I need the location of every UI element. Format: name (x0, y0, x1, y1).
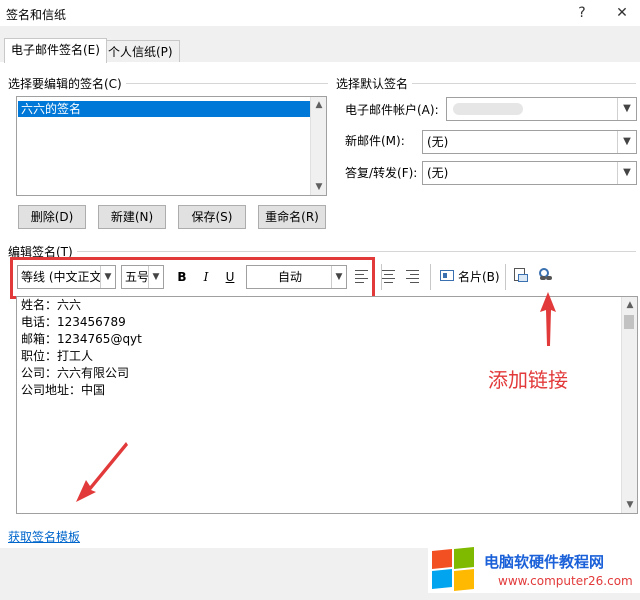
tab-personal-stationery[interactable]: 个人信纸(P) (101, 40, 180, 62)
annotation-arrow-down-left (76, 442, 128, 502)
blurred-account-placeholder (453, 103, 523, 115)
get-template-link[interactable]: 获取签名模板 (8, 528, 80, 545)
new-message-value: (无) (427, 135, 449, 149)
account-select[interactable]: ▼ (446, 97, 637, 121)
scroll-up-icon[interactable]: ▲ (311, 97, 327, 113)
reply-forward-label: 答复/转发(F): (345, 166, 418, 180)
signature-line: 电话：123456789 (21, 315, 126, 329)
watermark-url: www.computer26.com (498, 574, 633, 588)
hyperlink-icon[interactable] (538, 268, 554, 284)
signature-line: 姓名：六六 (21, 298, 82, 312)
signature-line: 公司地址：中国 (21, 383, 106, 397)
select-signature-label: 选择要编辑的签名(C) (8, 75, 126, 92)
signature-line: 公司：六六有限公司 (21, 366, 130, 380)
new-message-label: 新邮件(M): (345, 134, 405, 148)
signature-line: 职位：打工人 (21, 349, 94, 363)
editor-scrollbar[interactable]: ▲ ▼ (621, 297, 637, 513)
chevron-down-icon[interactable]: ▼ (617, 131, 636, 153)
reply-forward-value: (无) (427, 166, 449, 180)
account-label: 电子邮件帐户(A): (345, 103, 439, 117)
default-signature-label: 选择默认签名 (336, 75, 413, 92)
scroll-down-icon[interactable]: ▼ (622, 497, 638, 513)
window-title: 签名和信纸 (6, 8, 67, 22)
list-scrollbar[interactable]: ▲ ▼ (310, 97, 326, 195)
toolbar-separator (505, 264, 506, 290)
align-right-icon[interactable] (406, 270, 419, 283)
delete-button[interactable]: 删除(D) (18, 205, 86, 229)
windows-logo-icon (432, 546, 476, 592)
watermark-title: 电脑软硬件教程网 (484, 553, 605, 571)
rename-button[interactable]: 重命名(R) (258, 205, 326, 229)
business-card-button[interactable]: 名片(B) (458, 268, 500, 285)
scroll-up-icon[interactable]: ▲ (622, 297, 638, 313)
new-button[interactable]: 新建(N) (98, 205, 166, 229)
section-divider (10, 251, 636, 252)
chevron-down-icon[interactable]: ▼ (617, 98, 636, 120)
add-link-annotation: 添加链接 (488, 368, 568, 392)
align-center-icon[interactable] (382, 270, 395, 283)
align-left-icon[interactable] (355, 270, 368, 283)
list-item[interactable]: 六六的签名 (18, 101, 310, 117)
scroll-thumb[interactable] (624, 315, 634, 329)
scroll-down-icon[interactable]: ▼ (311, 179, 327, 195)
business-card-icon[interactable] (440, 270, 454, 281)
new-message-select[interactable]: (无) ▼ (422, 130, 637, 154)
title-bar (0, 0, 640, 26)
signature-list[interactable]: 六六的签名 ▲ ▼ (16, 96, 327, 196)
annotation-arrow-up (540, 292, 556, 346)
tab-email-signature[interactable]: 电子邮件签名(E) (4, 38, 107, 63)
signature-line: 邮箱：1234765@qyt (21, 332, 142, 346)
toolbar-separator (430, 264, 431, 290)
insert-picture-icon[interactable] (514, 268, 528, 283)
help-button[interactable]: ? (570, 2, 594, 24)
toolbar-highlight-box (10, 257, 375, 299)
reply-forward-select[interactable]: (无) ▼ (422, 161, 637, 185)
close-button[interactable]: ✕ (610, 2, 634, 24)
save-button[interactable]: 保存(S) (178, 205, 246, 229)
chevron-down-icon[interactable]: ▼ (617, 162, 636, 184)
